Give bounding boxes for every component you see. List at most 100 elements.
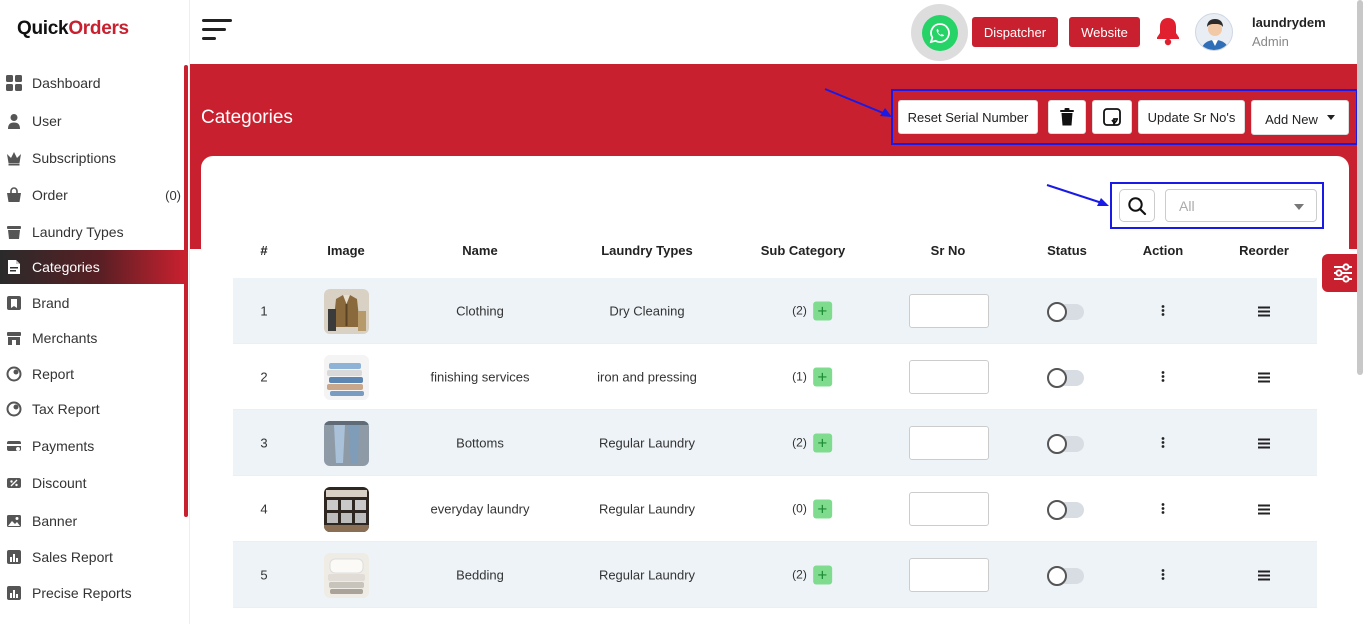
table-row: 4 everyday laundry Regular Laundry (0) + bbox=[233, 476, 1317, 542]
column-header: Action bbox=[1142, 243, 1184, 258]
whatsapp-button[interactable] bbox=[911, 4, 968, 61]
sidebar-item-label: Categories bbox=[32, 259, 100, 275]
column-header: Name bbox=[462, 243, 498, 258]
status-toggle[interactable] bbox=[1047, 434, 1084, 454]
file-icon bbox=[6, 259, 22, 275]
sr-no-input[interactable] bbox=[909, 294, 989, 328]
kebab-menu-icon[interactable] bbox=[1161, 301, 1165, 320]
status-toggle[interactable] bbox=[1047, 368, 1084, 388]
drag-handle-icon[interactable] bbox=[1258, 433, 1270, 452]
sidebar-item-label: Banner bbox=[32, 513, 78, 529]
annotation-arrow bbox=[824, 88, 892, 117]
table-row: 5 Bedding Regular Laundry (2) + bbox=[233, 542, 1317, 608]
table-row: 1 Clothing Dry Cleaning (2) + bbox=[233, 278, 1317, 344]
category-image[interactable] bbox=[324, 421, 369, 466]
add-subcategory-icon[interactable]: + bbox=[812, 565, 832, 584]
toggle-knob bbox=[1047, 368, 1067, 388]
kebab-menu-icon[interactable] bbox=[1161, 367, 1165, 386]
drag-handle-icon[interactable] bbox=[1258, 499, 1270, 518]
sidebar-item-banner[interactable]: Banner bbox=[0, 504, 184, 538]
row-number: 2 bbox=[260, 369, 268, 384]
store-icon bbox=[6, 330, 22, 346]
payments-icon bbox=[6, 438, 22, 454]
sidebar-item-label: Precise Reports bbox=[32, 585, 132, 601]
kebab-menu-icon[interactable] bbox=[1161, 433, 1165, 452]
sub-category-cell: (2) + bbox=[792, 301, 832, 320]
kebab-menu-icon[interactable] bbox=[1161, 499, 1165, 518]
drag-handle-icon[interactable] bbox=[1258, 367, 1270, 386]
sidebar-item-laundry-types[interactable]: Laundry Types bbox=[0, 215, 184, 249]
sr-no-input[interactable] bbox=[909, 360, 989, 394]
category-image[interactable] bbox=[324, 487, 369, 532]
user-name[interactable]: laundrydem bbox=[1252, 15, 1326, 30]
sidebar-item-report[interactable]: Report bbox=[0, 357, 184, 391]
sidebar-item-order[interactable]: Order (0) bbox=[0, 178, 184, 212]
status-toggle[interactable] bbox=[1047, 302, 1084, 322]
user-icon bbox=[6, 113, 22, 129]
sidebar-item-label: Subscriptions bbox=[32, 150, 117, 166]
sidebar-item-label: Brand bbox=[32, 295, 70, 311]
sub-category-cell: (1) + bbox=[792, 367, 832, 386]
search-button[interactable] bbox=[1119, 189, 1155, 222]
sr-no-input[interactable] bbox=[909, 426, 989, 460]
sidebar-item-label: Payments bbox=[32, 438, 95, 454]
sr-no-input[interactable] bbox=[909, 492, 989, 526]
column-header: Image bbox=[327, 243, 365, 258]
sidebar-item-dashboard[interactable]: Dashboard bbox=[0, 66, 184, 100]
sidebar-item-label: Tax Report bbox=[32, 401, 100, 417]
row-number: 4 bbox=[260, 501, 268, 516]
status-toggle[interactable] bbox=[1047, 500, 1084, 520]
website-button[interactable]: Website bbox=[1069, 17, 1140, 47]
category-image[interactable] bbox=[324, 355, 369, 400]
column-header: Sr No bbox=[930, 243, 966, 258]
sidebar-item-label: Dashboard bbox=[32, 75, 101, 91]
category-image[interactable] bbox=[324, 553, 369, 598]
sidebar-item-categories[interactable]: Categories bbox=[0, 250, 184, 284]
sidebar-item-label: Merchants bbox=[32, 330, 98, 346]
sidebar-item-merchants[interactable]: Merchants bbox=[0, 321, 184, 355]
sidebar-item-precise-reports[interactable]: Precise Reports bbox=[0, 576, 184, 610]
add-subcategory-icon[interactable]: + bbox=[812, 301, 832, 320]
add-subcategory-icon[interactable]: + bbox=[812, 367, 832, 386]
kebab-menu-icon[interactable] bbox=[1161, 565, 1165, 584]
category-image[interactable] bbox=[324, 289, 369, 334]
notification-bell-icon[interactable] bbox=[1155, 16, 1181, 46]
sub-category-count: (2) bbox=[792, 302, 807, 317]
add-subcategory-icon[interactable]: + bbox=[812, 433, 832, 452]
sidebar-item-discount[interactable]: Discount bbox=[0, 466, 184, 500]
avatar[interactable] bbox=[1195, 13, 1233, 51]
basket-icon bbox=[6, 187, 22, 203]
column-header: Laundry Types bbox=[601, 243, 693, 258]
column-header: # bbox=[260, 243, 268, 258]
category-name: Bedding bbox=[456, 567, 504, 582]
sidebar-item-label: Sales Report bbox=[32, 549, 113, 565]
status-toggle[interactable] bbox=[1047, 566, 1084, 586]
add-subcategory-icon[interactable]: + bbox=[812, 499, 832, 518]
page-title: Categories bbox=[201, 107, 293, 128]
sidebar-scrollbar[interactable] bbox=[184, 65, 188, 517]
app-logo[interactable]: QuickOrders bbox=[17, 18, 129, 40]
sidebar-item-label: Order bbox=[32, 187, 68, 203]
category-name: Bottoms bbox=[456, 435, 504, 450]
menu-toggle-icon[interactable] bbox=[202, 19, 232, 43]
drag-handle-icon[interactable] bbox=[1258, 565, 1270, 584]
annotation-arrow bbox=[1046, 184, 1109, 206]
sidebar-item-brand[interactable]: Brand bbox=[0, 286, 184, 320]
sidebar-item-subscriptions[interactable]: Subscriptions bbox=[0, 141, 184, 175]
sidebar-item-user[interactable]: User bbox=[0, 104, 184, 138]
user-role: Admin bbox=[1252, 34, 1289, 49]
sr-no-input[interactable] bbox=[909, 558, 989, 592]
crown-icon bbox=[6, 150, 22, 166]
dispatcher-button[interactable]: Dispatcher bbox=[972, 17, 1058, 47]
sidebar-item-tax-report[interactable]: Tax Report bbox=[0, 392, 184, 426]
sidebar-item-sales-report[interactable]: Sales Report bbox=[0, 540, 184, 574]
sub-category-count: (2) bbox=[792, 566, 807, 581]
laundry-type: iron and pressing bbox=[597, 369, 697, 384]
row-number: 1 bbox=[260, 303, 268, 318]
filter-value: All bbox=[1179, 197, 1195, 214]
drag-handle-icon[interactable] bbox=[1258, 301, 1270, 320]
page-scrollbar[interactable] bbox=[1357, 0, 1363, 375]
table-row: 3 Bottoms Regular Laundry (2) + bbox=[233, 410, 1317, 476]
sidebar-item-payments[interactable]: Payments bbox=[0, 429, 184, 463]
category-filter-select[interactable]: All bbox=[1165, 189, 1317, 222]
